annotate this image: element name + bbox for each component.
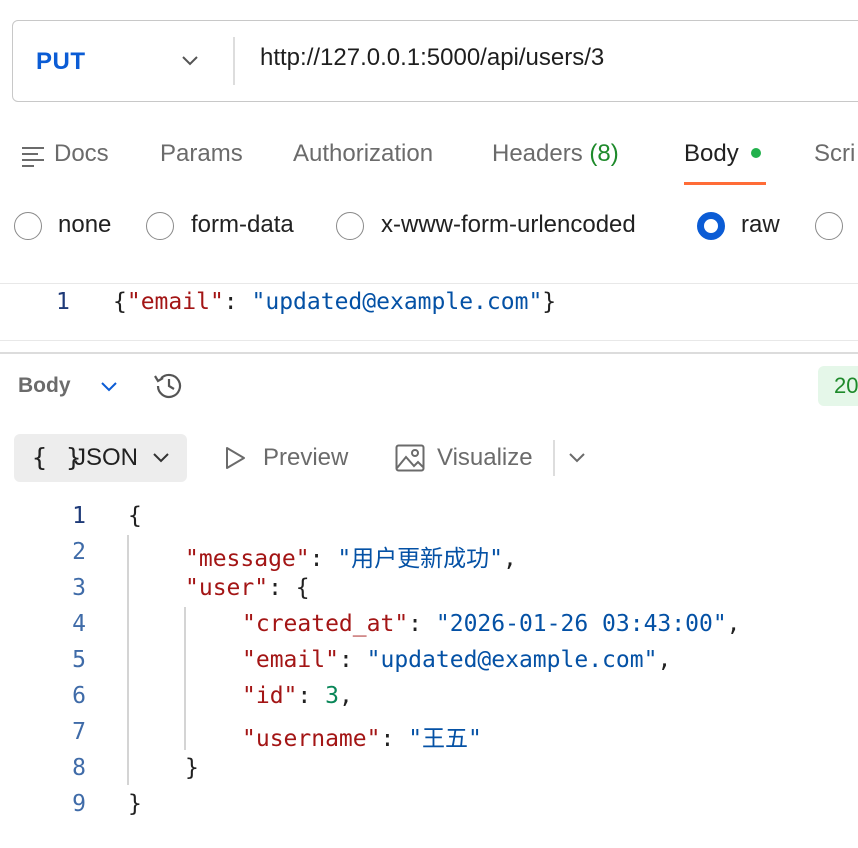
json-punctuation: , [338,683,353,709]
json-punctuation: : [309,546,338,572]
json-string: "updated@example.com" [251,289,543,315]
toolbar-divider [553,440,555,476]
tab-params[interactable]: Params [160,140,243,168]
headers-count-badge: (8) [589,140,619,167]
body-status-dot [750,148,761,158]
json-key: "username" [242,726,381,752]
request-line-number: 1 [56,289,70,315]
tab-docs[interactable]: Docs [54,140,109,168]
code-line: "created_at": "2026-01-26 03:43:00", [242,611,741,637]
editor-bottom-border [0,340,858,341]
indent-guide [184,607,186,750]
preview-button[interactable]: Preview [263,444,348,472]
json-string: "王五" [408,726,482,752]
line-number: 9 [72,791,86,817]
json-punctuation: , [657,647,672,673]
tab-body[interactable]: Body [684,140,761,168]
format-label: JSON [74,444,139,471]
json-key: "email" [126,289,224,315]
radio-raw-label[interactable]: raw [741,211,780,239]
line-number: 1 [72,503,86,529]
code-line: "id": 3, [242,683,353,709]
image-icon[interactable] [395,444,425,472]
json-brace: } [542,289,557,315]
line-number: 3 [72,575,86,601]
json-punctuation: { [128,503,142,529]
tab-authorization[interactable]: Authorization [293,140,433,168]
url-divider [233,37,235,85]
indent-guide [127,535,129,785]
json-string: "2026-01-26 03:43:00" [435,611,727,637]
json-key: "message" [185,546,310,572]
line-number: 4 [72,611,86,637]
line-number: 5 [72,647,86,673]
json-key: "created_at" [242,611,409,637]
tab-headers-label: Headers [492,140,583,167]
json-punctuation: } [128,791,142,817]
history-icon[interactable] [152,370,186,402]
json-key: "id" [242,683,298,709]
code-line: } [185,755,199,781]
tab-scripts[interactable]: Scri [814,140,855,168]
request-body-editor[interactable]: {"email": "updated@example.com"} [113,289,556,315]
json-punctuation: , [726,611,741,637]
code-line: "username": "王五" [242,719,482,753]
method-select[interactable]: PUT [36,48,86,76]
play-icon[interactable] [224,446,246,470]
json-string: "用户更新成功" [337,546,504,572]
format-select[interactable]: { } JSON [14,434,187,482]
code-line: "email": "updated@example.com", [242,647,671,673]
code-line: { [128,503,142,529]
line-number: 2 [72,539,86,565]
json-punctuation: : [297,683,326,709]
radio-x-www-form-urlencoded[interactable] [336,212,364,240]
radio-x-www-form-urlencoded-label[interactable]: x-www-form-urlencoded [381,211,636,239]
docs-icon [22,147,44,167]
radio-raw[interactable] [697,212,725,240]
json-punctuation: : [408,611,436,637]
url-input[interactable] [260,44,858,72]
json-brace: { [113,289,127,315]
chevron-down-icon[interactable] [566,447,588,469]
chevron-down-icon[interactable] [98,376,120,398]
line-number: 6 [72,683,86,709]
chevron-down-icon [153,453,169,463]
tab-headers[interactable]: Headers (8) [492,140,619,168]
tab-body-label: Body [684,140,739,167]
json-punctuation: : [338,647,367,673]
pane-divider[interactable] [0,352,858,354]
json-punctuation: : [380,726,409,752]
json-punctuation: : { [268,575,310,601]
url-bar: PUT [12,20,858,102]
json-string: "updated@example.com" [366,647,658,673]
code-line: "user": { [185,575,310,601]
json-number: 3 [325,683,339,709]
response-body-label[interactable]: Body [18,374,71,398]
radio-none-label[interactable]: none [58,211,111,239]
radio-form-data[interactable] [146,212,174,240]
code-line: "message": "用户更新成功", [185,539,517,573]
editor-top-border [0,283,858,284]
json-key: "email" [242,647,339,673]
json-colon: : [223,289,252,315]
visualize-button[interactable]: Visualize [437,444,533,472]
json-punctuation: , [503,546,517,572]
code-line: } [128,791,142,817]
status-badge[interactable]: 20 [818,366,858,406]
radio-form-data-label[interactable]: form-data [191,211,294,239]
radio-binary[interactable] [815,212,843,240]
chevron-down-icon[interactable] [179,50,201,72]
json-key: "user" [185,575,269,601]
line-number: 7 [72,719,86,745]
json-punctuation: } [185,755,199,781]
radio-none[interactable] [14,212,42,240]
line-number: 8 [72,755,86,781]
active-tab-underline [684,182,766,185]
